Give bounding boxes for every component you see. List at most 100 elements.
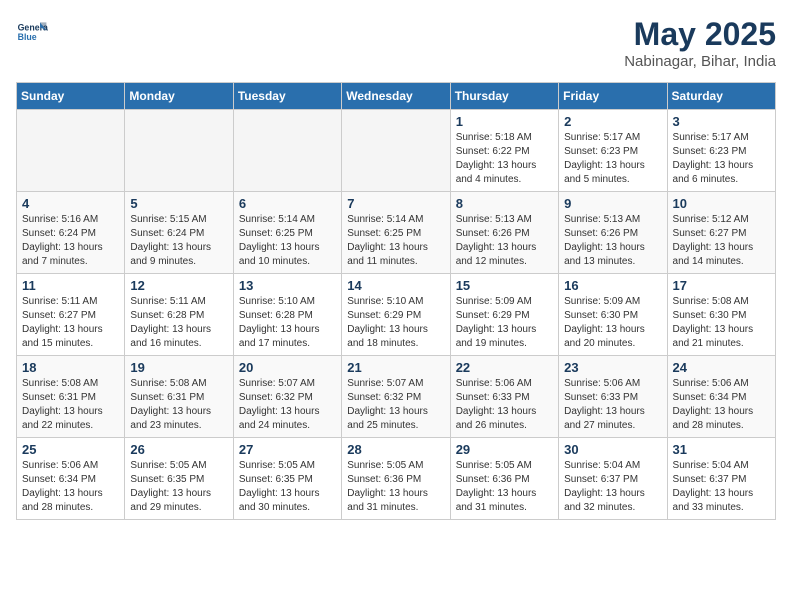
day-cell-30: 30Sunrise: 5:04 AMSunset: 6:37 PMDayligh…	[559, 438, 667, 520]
day-info: Sunrise: 5:15 AMSunset: 6:24 PMDaylight:…	[130, 213, 227, 269]
day-cell-10: 10Sunrise: 5:12 AMSunset: 6:27 PMDayligh…	[667, 192, 775, 274]
weekday-header-wednesday: Wednesday	[342, 83, 450, 110]
day-cell-3: 3 Sunrise: 5:17 AMSunset: 6:23 PMDaylight…	[667, 110, 775, 192]
logo-icon: General Blue	[16, 16, 48, 48]
day-info: Sunrise: 5:06 AMSunset: 6:33 PMDaylight:…	[564, 377, 661, 433]
day-info: Sunrise: 5:17 AMSunset: 6:23 PMDaylight:…	[564, 131, 661, 187]
day-number: 26	[130, 442, 227, 457]
day-cell-31: 31 Sunrise: 5:04 AMSunset: 6:37 PMDayligh…	[667, 438, 775, 520]
day-cell-6: 6 Sunrise: 5:14 AMSunset: 6:25 PMDaylight…	[233, 192, 341, 274]
day-info: Sunrise: 5:07 AMSunset: 6:32 PMDaylight:…	[347, 377, 444, 433]
day-info: Sunrise: 5:08 AMSunset: 6:31 PMDaylight:…	[130, 377, 227, 433]
day-info: Sunrise: 5:14 AMSunset: 6:25 PMDaylight:…	[239, 213, 336, 269]
day-info: Sunrise: 5:11 AMSunset: 6:27 PMDaylight:…	[22, 295, 119, 351]
day-cell-21: 21Sunrise: 5:07 AMSunset: 6:32 PMDayligh…	[342, 356, 450, 438]
day-info: Sunrise: 5:09 AMSunset: 6:30 PMDaylight:…	[564, 295, 661, 351]
day-cell-12: 12 Sunrise: 5:11 AMSunset: 6:28 PMDayligh…	[125, 274, 233, 356]
week-row-1: 1 Sunrise: 5:18 AMSunset: 6:22 PMDaylight…	[17, 110, 776, 192]
day-cell-23: 23 Sunrise: 5:06 AMSunset: 6:33 PMDayligh…	[559, 356, 667, 438]
day-cell-14: 14Sunrise: 5:10 AMSunset: 6:29 PMDayligh…	[342, 274, 450, 356]
day-number: 28	[347, 442, 444, 457]
day-number: 1	[456, 114, 553, 129]
title-area: May 2025 Nabinagar, Bihar, India	[624, 16, 776, 70]
day-number: 11	[22, 278, 119, 293]
day-number: 15	[456, 278, 553, 293]
day-info: Sunrise: 5:04 AMSunset: 6:37 PMDaylight:…	[564, 459, 661, 515]
day-cell-13: 13Sunrise: 5:10 AMSunset: 6:28 PMDayligh…	[233, 274, 341, 356]
day-number: 20	[239, 360, 336, 375]
day-number: 27	[239, 442, 336, 457]
day-number: 18	[22, 360, 119, 375]
empty-cell	[233, 110, 341, 192]
day-info: Sunrise: 5:17 AMSunset: 6:23 PMDaylight:…	[673, 131, 770, 187]
empty-cell	[125, 110, 233, 192]
day-number: 7	[347, 196, 444, 211]
day-cell-19: 19 Sunrise: 5:08 AMSunset: 6:31 PMDayligh…	[125, 356, 233, 438]
day-number: 12	[130, 278, 227, 293]
calendar-table: SundayMondayTuesdayWednesdayThursdayFrid…	[16, 82, 776, 520]
day-cell-2: 2 Sunrise: 5:17 AMSunset: 6:23 PMDaylight…	[559, 110, 667, 192]
weekday-header-sunday: Sunday	[17, 83, 125, 110]
day-number: 3	[673, 114, 770, 129]
day-cell-15: 15 Sunrise: 5:09 AMSunset: 6:29 PMDayligh…	[450, 274, 558, 356]
day-cell-1: 1 Sunrise: 5:18 AMSunset: 6:22 PMDaylight…	[450, 110, 558, 192]
day-number: 2	[564, 114, 661, 129]
day-cell-7: 7 Sunrise: 5:14 AMSunset: 6:25 PMDaylight…	[342, 192, 450, 274]
day-info: Sunrise: 5:05 AMSunset: 6:36 PMDaylight:…	[456, 459, 553, 515]
day-number: 23	[564, 360, 661, 375]
day-number: 8	[456, 196, 553, 211]
day-cell-24: 24Sunrise: 5:06 AMSunset: 6:34 PMDayligh…	[667, 356, 775, 438]
day-info: Sunrise: 5:06 AMSunset: 6:34 PMDaylight:…	[22, 459, 119, 515]
day-number: 29	[456, 442, 553, 457]
day-cell-17: 17 Sunrise: 5:08 AMSunset: 6:30 PMDayligh…	[667, 274, 775, 356]
day-cell-11: 11 Sunrise: 5:11 AMSunset: 6:27 PMDayligh…	[17, 274, 125, 356]
day-info: Sunrise: 5:05 AMSunset: 6:35 PMDaylight:…	[239, 459, 336, 515]
day-number: 5	[130, 196, 227, 211]
day-info: Sunrise: 5:05 AMSunset: 6:35 PMDaylight:…	[130, 459, 227, 515]
day-info: Sunrise: 5:13 AMSunset: 6:26 PMDaylight:…	[456, 213, 553, 269]
empty-cell	[342, 110, 450, 192]
day-info: Sunrise: 5:06 AMSunset: 6:33 PMDaylight:…	[456, 377, 553, 433]
day-info: Sunrise: 5:04 AMSunset: 6:37 PMDaylight:…	[673, 459, 770, 515]
day-info: Sunrise: 5:08 AMSunset: 6:30 PMDaylight:…	[673, 295, 770, 351]
location-title: Nabinagar, Bihar, India	[624, 53, 776, 70]
day-number: 17	[673, 278, 770, 293]
day-cell-25: 25 Sunrise: 5:06 AMSunset: 6:34 PMDayligh…	[17, 438, 125, 520]
day-number: 25	[22, 442, 119, 457]
day-cell-28: 28Sunrise: 5:05 AMSunset: 6:36 PMDayligh…	[342, 438, 450, 520]
weekday-header-row: SundayMondayTuesdayWednesdayThursdayFrid…	[17, 83, 776, 110]
day-info: Sunrise: 5:13 AMSunset: 6:26 PMDaylight:…	[564, 213, 661, 269]
day-cell-8: 8 Sunrise: 5:13 AMSunset: 6:26 PMDaylight…	[450, 192, 558, 274]
weekday-header-monday: Monday	[125, 83, 233, 110]
day-number: 4	[22, 196, 119, 211]
day-cell-27: 27 Sunrise: 5:05 AMSunset: 6:35 PMDayligh…	[233, 438, 341, 520]
day-info: Sunrise: 5:11 AMSunset: 6:28 PMDaylight:…	[130, 295, 227, 351]
svg-text:Blue: Blue	[18, 32, 37, 42]
day-number: 19	[130, 360, 227, 375]
week-row-5: 25 Sunrise: 5:06 AMSunset: 6:34 PMDayligh…	[17, 438, 776, 520]
day-number: 24	[673, 360, 770, 375]
weekday-header-saturday: Saturday	[667, 83, 775, 110]
day-info: Sunrise: 5:14 AMSunset: 6:25 PMDaylight:…	[347, 213, 444, 269]
day-info: Sunrise: 5:08 AMSunset: 6:31 PMDaylight:…	[22, 377, 119, 433]
day-number: 9	[564, 196, 661, 211]
day-cell-22: 22Sunrise: 5:06 AMSunset: 6:33 PMDayligh…	[450, 356, 558, 438]
day-number: 13	[239, 278, 336, 293]
day-number: 31	[673, 442, 770, 457]
day-info: Sunrise: 5:07 AMSunset: 6:32 PMDaylight:…	[239, 377, 336, 433]
weekday-header-thursday: Thursday	[450, 83, 558, 110]
day-info: Sunrise: 5:18 AMSunset: 6:22 PMDaylight:…	[456, 131, 553, 187]
day-info: Sunrise: 5:09 AMSunset: 6:29 PMDaylight:…	[456, 295, 553, 351]
day-number: 6	[239, 196, 336, 211]
day-info: Sunrise: 5:12 AMSunset: 6:27 PMDaylight:…	[673, 213, 770, 269]
day-cell-9: 9 Sunrise: 5:13 AMSunset: 6:26 PMDaylight…	[559, 192, 667, 274]
weekday-header-tuesday: Tuesday	[233, 83, 341, 110]
day-cell-5: 5 Sunrise: 5:15 AMSunset: 6:24 PMDaylight…	[125, 192, 233, 274]
day-cell-4: 4 Sunrise: 5:16 AMSunset: 6:24 PMDaylight…	[17, 192, 125, 274]
day-cell-26: 26 Sunrise: 5:05 AMSunset: 6:35 PMDayligh…	[125, 438, 233, 520]
month-title: May 2025	[624, 16, 776, 53]
day-cell-16: 16Sunrise: 5:09 AMSunset: 6:30 PMDayligh…	[559, 274, 667, 356]
day-info: Sunrise: 5:16 AMSunset: 6:24 PMDaylight:…	[22, 213, 119, 269]
weekday-header-friday: Friday	[559, 83, 667, 110]
day-info: Sunrise: 5:10 AMSunset: 6:29 PMDaylight:…	[347, 295, 444, 351]
